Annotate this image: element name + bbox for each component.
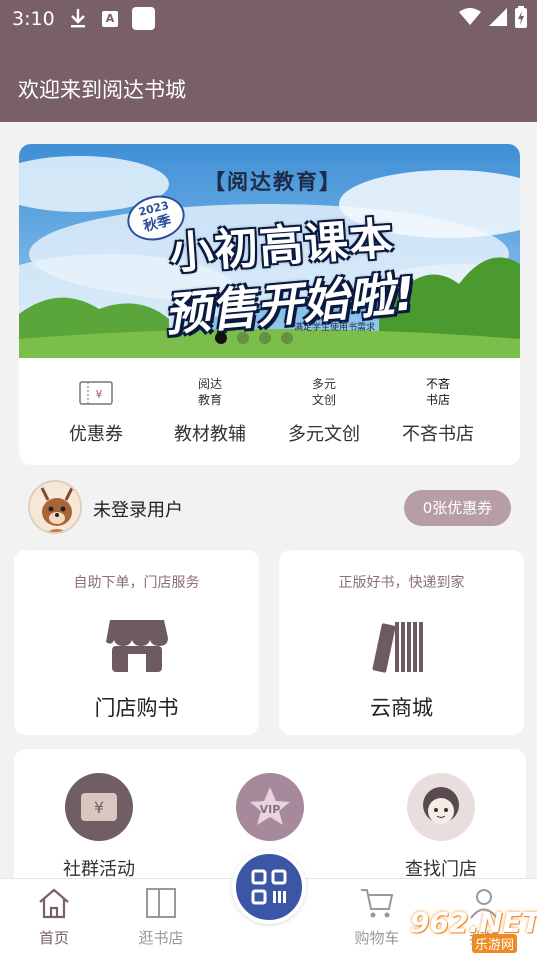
card-title: 门店购书 [94,696,179,720]
books-icon [369,616,435,676]
user-name[interactable]: 未登录用户 [93,496,183,522]
quick-link-label: 不吝书店 [402,424,474,445]
carousel-dot[interactable] [215,332,227,344]
carousel-dot[interactable] [237,332,249,344]
coupon-icon: ¥ [74,372,118,414]
quick-link-coupon[interactable]: ¥ 优惠券 [39,366,153,465]
nav-bookstore[interactable]: 逛书店 [121,885,201,948]
banner-card: 【阅达教育】 2023 秋季 小初高课本 预售开始啦! 满足学生使用书需求 ¥ … [19,144,520,465]
home-icon [36,885,72,921]
grid-item-community[interactable]: ¥ 社群活动 [29,773,169,881]
user-row: 未登录用户 0张优惠券 [0,480,537,536]
carousel-dot[interactable] [281,332,293,344]
textbook-logo-icon: 阅达 教育 [188,372,232,414]
card-title: 云商城 [370,696,433,720]
quick-link-bookstore[interactable]: 不吝 书店 不吝书店 [381,366,495,465]
battery-icon [515,6,527,32]
signal-icon [489,8,507,30]
promo-banner[interactable]: 【阅达教育】 2023 秋季 小初高课本 预售开始啦! 满足学生使用书需求 [19,144,520,358]
quick-links: ¥ 优惠券 阅达 教育 教材教辅 多元 文创 多元文创 不吝 书店 不吝书店 [19,366,520,465]
avatar[interactable] [28,480,82,534]
status-time: 3:10 [12,8,55,30]
notification-square-icon [132,7,155,30]
card-subtitle: 正版好书，快递到家 [338,575,465,591]
quick-link-textbook[interactable]: 阅达 教育 教材教辅 [153,366,267,465]
bookstore-logo-icon: 不吝 书店 [416,372,460,414]
carousel-indicators [215,332,293,344]
keyboard-a-icon: A [102,11,118,27]
svg-text:¥: ¥ [96,388,103,401]
quick-link-label: 教材教辅 [174,424,246,445]
scan-qr-button[interactable] [232,850,306,924]
svg-text:¥: ¥ [94,798,104,817]
store-mascot-icon [407,773,475,841]
cart-icon [359,885,395,921]
bookstore-icon [143,885,179,921]
quick-link-label: 多元文创 [288,424,360,445]
page-title: 欢迎来到阅达书城 [18,78,186,102]
qr-code-icon [251,869,287,905]
vip-card-icon: VIP [236,773,304,841]
carousel-dot[interactable] [259,332,271,344]
culture-logo-icon: 多元 文创 [302,372,346,414]
app-header: 欢迎来到阅达书城 [0,40,537,122]
svg-text:不吝: 不吝 [426,376,450,391]
cloud-mall-card[interactable]: 正版好书，快递到家 云商城 [279,550,524,735]
svg-text:教育: 教育 [198,392,222,407]
quick-link-culture[interactable]: 多元 文创 多元文创 [267,366,381,465]
svg-text:书店: 书店 [426,393,450,407]
svg-text:VIP: VIP [260,803,281,816]
ticket-icon: ¥ [65,773,133,841]
grid-item-find-store[interactable]: 查找门店 [371,773,511,881]
banner-brand: 【阅达教育】 [204,170,342,194]
card-subtitle: 自助下单，门店服务 [73,575,200,591]
nav-label: 逛书店 [138,929,184,947]
banner-subtitle: 满足学生使用书需求 [294,323,376,333]
store-purchase-card[interactable]: 自助下单，门店服务 门店购书 [14,550,259,735]
svg-text:文创: 文创 [312,392,336,407]
svg-text:多元: 多元 [312,377,336,391]
watermark: 962.NET 乐游网 [398,904,537,953]
status-bar: 3:10 A [0,0,537,40]
coupon-count-button[interactable]: 0张优惠券 [404,490,511,526]
quick-link-label: 优惠券 [69,424,123,445]
nav-home[interactable]: 首页 [14,885,94,948]
wifi-icon [459,8,481,30]
svg-text:阅达: 阅达 [198,377,222,391]
watermark-sub: 乐游网 [472,934,518,953]
download-icon [68,7,88,34]
store-icon [104,616,170,676]
nav-label: 首页 [38,929,69,947]
